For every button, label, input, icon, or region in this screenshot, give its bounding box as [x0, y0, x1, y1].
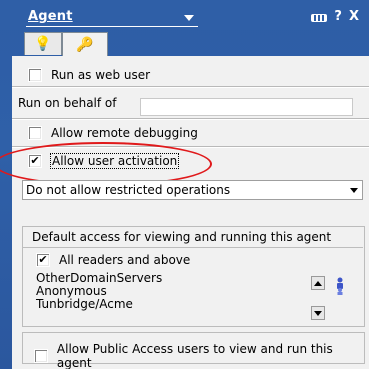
pin-icon[interactable] [311, 13, 328, 22]
close-button[interactable]: X [349, 9, 359, 24]
allow-remote-debugging-checkbox[interactable] [28, 126, 42, 140]
run-as-web-user-label: Run as web user [51, 68, 151, 82]
allow-remote-debugging-label: Allow remote debugging [51, 126, 198, 140]
divider [12, 118, 369, 120]
arrow-down-icon [314, 310, 322, 316]
scroll-up-button[interactable] [311, 276, 325, 290]
window-controls: ? X [311, 9, 359, 24]
run-on-behalf-label: Run on behalf of [18, 96, 117, 110]
public-access-checkbox[interactable] [34, 349, 48, 363]
arrow-up-icon [314, 280, 322, 286]
all-readers-checkbox[interactable]: ✔ [36, 253, 50, 267]
title-underline [26, 26, 198, 27]
run-as-web-user-row[interactable]: Run as web user [28, 68, 150, 82]
restricted-operations-value: Do not allow restricted operations [26, 183, 231, 197]
scroll-down-button[interactable] [311, 306, 325, 320]
tab-basics[interactable]: 💡 [24, 32, 62, 55]
default-access-heading: Default access for viewing and running t… [22, 227, 363, 248]
default-access-heading-text: Default access for viewing and running t… [32, 230, 332, 244]
list-item[interactable]: Tunbridge/Acme [36, 298, 307, 311]
security-tab-panel: Run as web user Run on behalf of Allow r… [0, 56, 369, 369]
run-on-behalf-input[interactable] [140, 98, 353, 116]
public-access-label: Allow Public Access users to view and ru… [56, 342, 333, 369]
divider [12, 86, 369, 88]
allow-remote-debugging-row[interactable]: Allow remote debugging [28, 126, 198, 140]
tab-security[interactable]: 🔑 [62, 32, 108, 57]
people-picker-icon[interactable] [335, 276, 345, 296]
all-readers-row[interactable]: ✔ All readers and above [36, 253, 190, 267]
run-as-web-user-checkbox[interactable] [28, 68, 42, 82]
properties-title[interactable]: Agent [28, 9, 73, 24]
restricted-operations-select[interactable]: Do not allow restricted operations [22, 180, 363, 200]
public-access-row[interactable]: Allow Public Access users to view and ru… [34, 342, 369, 369]
chevron-down-icon[interactable] [350, 188, 358, 193]
chevron-down-icon[interactable] [184, 15, 194, 21]
access-names-list[interactable]: OtherDomainServers Anonymous Tunbridge/A… [36, 272, 307, 320]
access-list-scrollbar[interactable] [311, 272, 325, 320]
run-on-behalf-row: Run on behalf of [18, 96, 116, 110]
lightbulb-icon: 💡 [34, 36, 52, 52]
help-button[interactable]: ? [334, 9, 342, 24]
key-icon: 🔑 [76, 37, 94, 53]
all-readers-label: All readers and above [59, 253, 191, 267]
properties-title-bar: Agent ? X [0, 0, 369, 30]
property-tabs: 💡 🔑 [24, 32, 108, 57]
